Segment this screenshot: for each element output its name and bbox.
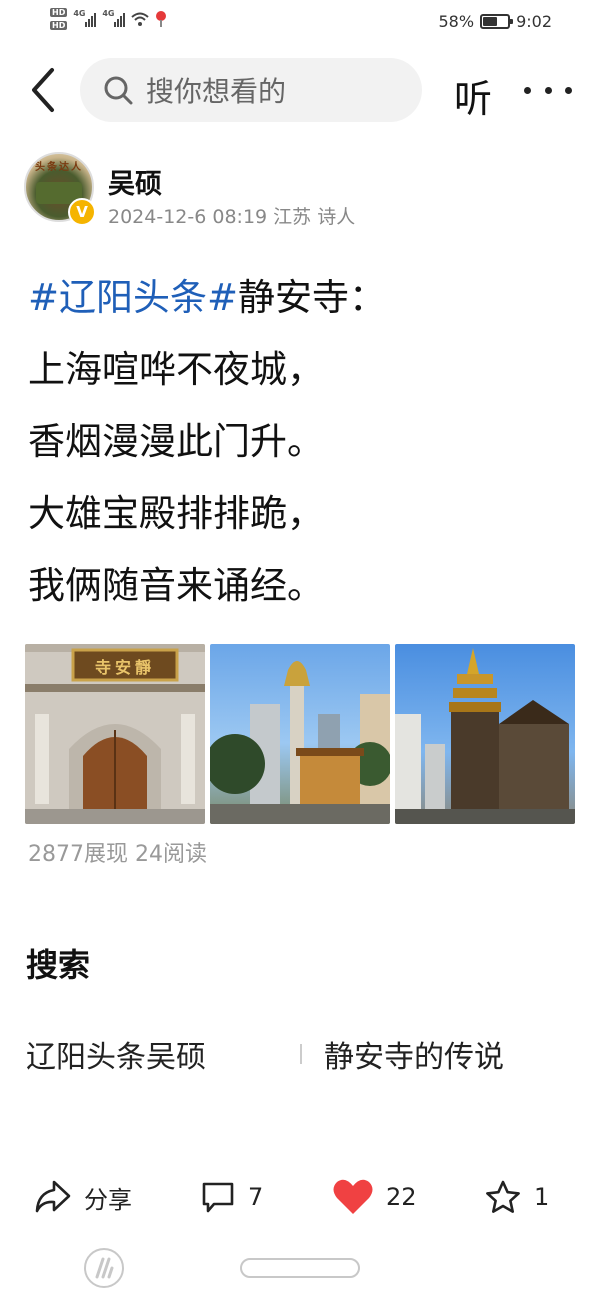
post-title-line: #辽阳头条#静安寺： — [28, 262, 588, 334]
signal-icon-1: 4G — [73, 9, 97, 27]
post-image-temple-gate[interactable]: 寺安靜 — [25, 644, 205, 824]
home-gesture-bar[interactable] — [240, 1258, 360, 1278]
hashtag-link[interactable]: #辽阳头条# — [28, 276, 238, 319]
comment-icon — [202, 1182, 234, 1213]
share-button[interactable]: 分享 — [34, 1170, 132, 1224]
favorite-count: 1 — [534, 1183, 550, 1211]
assistant-icon — [95, 1257, 114, 1279]
status-bar: HD HD 4G 4G 58% 9:02 — [0, 0, 600, 48]
like-count: 22 — [386, 1183, 417, 1211]
wifi-icon — [131, 12, 150, 26]
golden-pillar-illustration — [210, 661, 390, 824]
author-name[interactable]: 吴硕 — [108, 162, 162, 201]
related-search-item[interactable]: 辽阳头条吴硕 — [26, 1032, 206, 1076]
post-body: #辽阳头条#静安寺： 上海喧哗不夜城， 香烟漫漫此门升。 大雄宝殿排排跪， 我俩… — [28, 262, 588, 622]
like-button[interactable]: 22 — [332, 1170, 417, 1224]
poem-line: 我俩随音来诵经。 — [28, 564, 324, 607]
star-icon — [486, 1180, 520, 1213]
assistant-button[interactable] — [84, 1248, 124, 1288]
top-nav: 搜你想看的 听 — [0, 56, 600, 124]
more-options-button[interactable] — [524, 70, 572, 110]
comment-button[interactable]: 7 — [200, 1170, 263, 1224]
hd-indicators: HD HD — [50, 8, 68, 30]
view-stats: 2877展现 24阅读 — [28, 842, 207, 867]
poem-line: 大雄宝殿排排跪， — [28, 492, 324, 535]
status-right: 58% 9:02 — [439, 12, 553, 31]
signal-icon-2: 4G — [102, 9, 126, 27]
search-placeholder: 搜你想看的 — [146, 75, 287, 108]
temple-plaque-text: 寺安靜 — [94, 658, 155, 677]
clock: 9:02 — [516, 12, 552, 31]
search-input[interactable]: 搜你想看的 — [80, 58, 422, 122]
post-image-golden-pillar[interactable] — [210, 644, 390, 824]
dot-icon — [544, 86, 552, 94]
back-button[interactable] — [22, 66, 66, 114]
author-meta: 2024-12-6 08:19 江苏 诗人 — [108, 206, 356, 228]
poem-line: 上海喧哗不夜城， — [28, 348, 324, 391]
image-grid: 寺安靜 — [25, 644, 575, 824]
verified-badge-icon: V — [68, 198, 96, 226]
post-image-pagoda[interactable] — [395, 644, 575, 824]
hd-badge-2: HD — [50, 21, 68, 30]
dot-icon — [524, 86, 531, 94]
system-navigation — [0, 1244, 600, 1300]
comment-count: 7 — [248, 1183, 264, 1211]
related-search-title: 搜索 — [26, 946, 91, 984]
action-bar: 分享 7 22 1 — [0, 1170, 600, 1224]
post-title: 静安寺： — [238, 276, 387, 319]
share-icon — [35, 1180, 71, 1213]
related-search-item[interactable]: 静安寺的传说 — [324, 1032, 504, 1076]
location-pin-icon — [156, 11, 167, 27]
status-left: HD HD 4G 4G — [50, 8, 167, 30]
pagoda-illustration — [395, 648, 575, 824]
battery-icon — [480, 14, 514, 29]
avatar-caption: 头条达人 — [35, 162, 83, 173]
heart-icon — [333, 1179, 373, 1214]
favorite-button[interactable]: 1 — [484, 1170, 549, 1224]
hd-badge-1: HD — [50, 8, 68, 17]
battery-percent: 58% — [438, 12, 475, 31]
related-search-list: 辽阳头条吴硕 静安寺的传说 — [26, 1032, 586, 1076]
listen-button[interactable]: 听 — [454, 68, 492, 123]
share-label: 分享 — [84, 1185, 132, 1214]
poem-line: 香烟漫漫此门升。 — [28, 420, 324, 463]
dot-icon — [565, 86, 572, 94]
divider — [300, 1044, 302, 1064]
search-icon — [104, 76, 133, 105]
author-header: 头条达人 V 吴硕 2024-12-6 08:19 江苏 诗人 — [24, 150, 584, 230]
